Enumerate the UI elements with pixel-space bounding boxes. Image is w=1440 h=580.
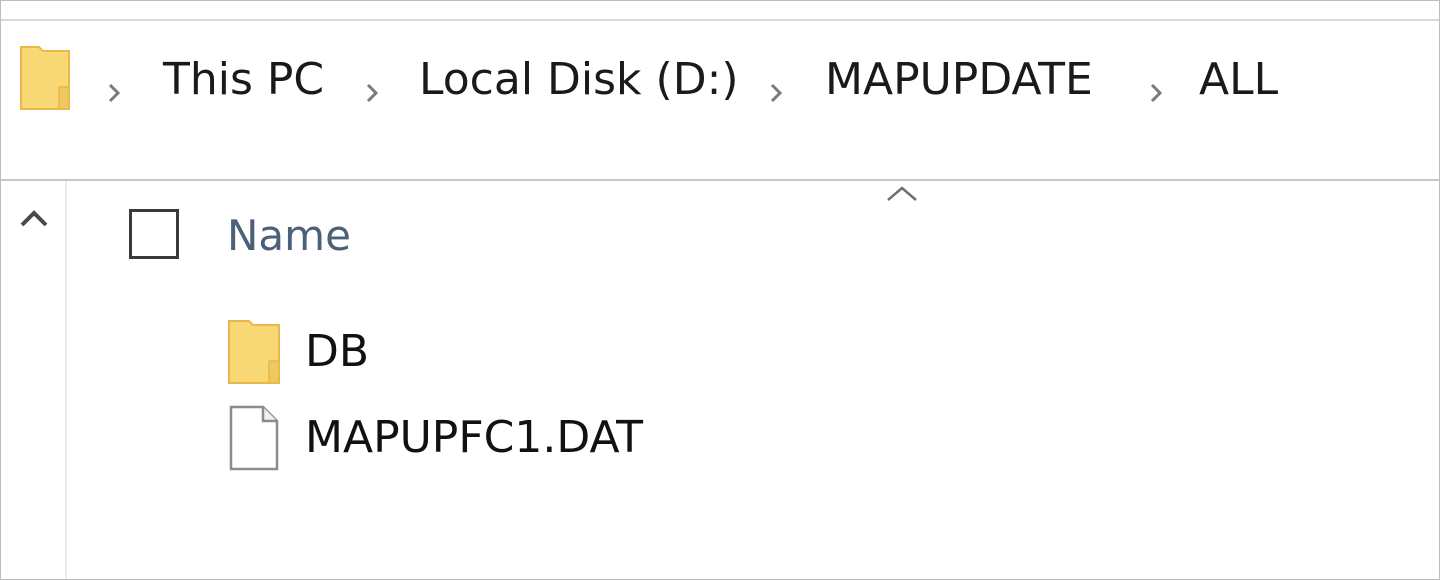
list-item-label: MAPUPFC1.DAT bbox=[305, 412, 644, 463]
list-item-mapupfc1-dat[interactable]: MAPUPFC1.DAT bbox=[227, 405, 927, 477]
explorer-window: This PC Local Disk (D:) MAPUPDATE ALL Na… bbox=[0, 0, 1440, 580]
chevron-right-icon[interactable] bbox=[363, 81, 381, 105]
breadcrumb-all[interactable]: ALL bbox=[1199, 53, 1278, 107]
breadcrumb-local-disk[interactable]: Local Disk (D:) bbox=[419, 53, 739, 107]
sort-ascending-icon bbox=[887, 186, 917, 201]
address-bar[interactable]: This PC Local Disk (D:) MAPUPDATE ALL bbox=[1, 19, 1439, 141]
breadcrumb-mapupdate[interactable]: MAPUPDATE bbox=[825, 53, 1093, 107]
select-all-checkbox[interactable] bbox=[129, 209, 179, 259]
column-header-name[interactable]: Name bbox=[227, 209, 351, 263]
folder-icon bbox=[20, 46, 70, 110]
folder-icon bbox=[228, 320, 280, 384]
navigation-pane[interactable] bbox=[1, 181, 67, 579]
toolbar-band bbox=[1, 139, 1439, 181]
chevron-right-icon[interactable] bbox=[767, 81, 785, 105]
chevron-right-icon[interactable] bbox=[1147, 81, 1165, 105]
chevron-up-icon[interactable] bbox=[18, 209, 50, 229]
document-icon bbox=[229, 405, 279, 471]
list-item-db[interactable]: DB bbox=[227, 319, 927, 391]
chevron-right-icon[interactable] bbox=[105, 81, 123, 105]
list-item-label: DB bbox=[305, 326, 370, 377]
breadcrumb-this-pc[interactable]: This PC bbox=[163, 53, 324, 107]
